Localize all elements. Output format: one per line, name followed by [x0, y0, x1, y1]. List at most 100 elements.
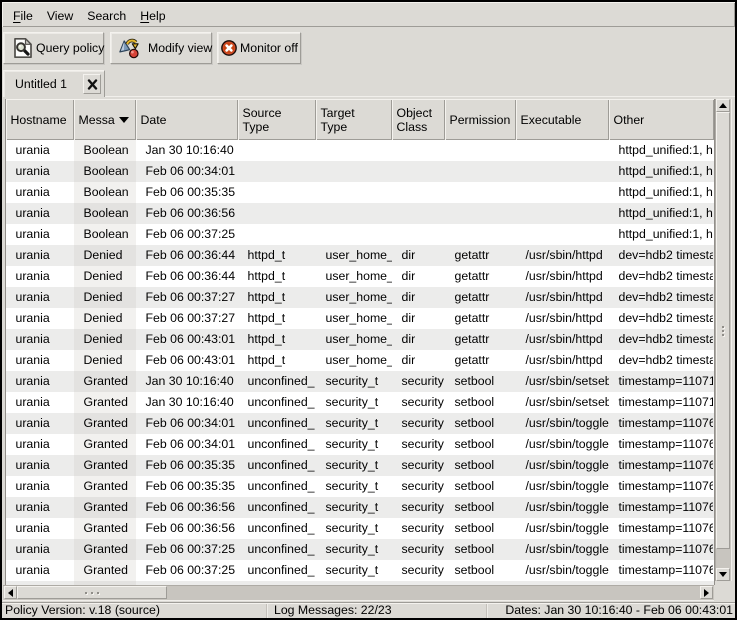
vertical-scrollbar[interactable] — [715, 99, 731, 581]
cell: security — [392, 413, 445, 434]
cell — [392, 161, 445, 182]
table-row[interactable]: uraniaDeniedFeb 06 00:37:27httpd_tuser_h… — [6, 308, 714, 329]
cell: setbool — [445, 371, 516, 392]
modify-view-icon — [115, 36, 139, 60]
arrow-down-icon — [719, 572, 727, 577]
cell — [238, 161, 316, 182]
query-policy-button[interactable]: Query policy — [3, 32, 104, 64]
column-header-object-class[interactable]: Object Class — [392, 99, 445, 140]
menu-search[interactable]: Search — [80, 9, 133, 23]
scroll-right-button[interactable] — [700, 586, 713, 599]
cell — [316, 161, 392, 182]
menu-file[interactable]: File — [6, 9, 40, 23]
monitor-off-button[interactable]: Monitor off — [217, 32, 301, 64]
mnemonic-underline: H — [140, 9, 149, 23]
table-row[interactable]: uraniaGrantedFeb 06 00:35:35unconfined_s… — [6, 476, 714, 497]
cell: urania — [6, 455, 74, 476]
column-header-date[interactable]: Date — [136, 99, 238, 140]
modify-view-button[interactable]: Modify view — [110, 32, 212, 64]
vertical-scrollbar-thumb[interactable] — [716, 112, 730, 549]
cell: httpd_t — [238, 266, 316, 287]
cell: /usr/sbin/toggle — [516, 497, 609, 518]
table-row[interactable]: uraniaBooleanFeb 06 00:36:56httpd_unifie… — [6, 203, 714, 224]
horizontal-scrollbar-thumb[interactable] — [17, 586, 167, 599]
menu-view[interactable]: View — [40, 9, 80, 23]
tab-close-button[interactable] — [83, 74, 101, 94]
cell: Feb 06 00:37:25 — [136, 560, 238, 581]
cell: timestamp=11071 — [609, 371, 713, 392]
cell — [316, 182, 392, 203]
cell: security_t — [316, 455, 392, 476]
table-row[interactable]: uraniaBooleanFeb 06 00:37:25httpd_unifie… — [6, 224, 714, 245]
cell: urania — [6, 518, 74, 539]
cell — [238, 182, 316, 203]
status-policy-version: Policy Version: v.18 (source) — [5, 603, 265, 619]
toolbar: Query policy Modify view Monitor off — [2, 27, 735, 70]
cell: /usr/sbin/toggle — [516, 560, 609, 581]
column-header-target-type[interactable]: Target Type — [316, 99, 392, 140]
cell: user_home_ — [316, 350, 392, 371]
cell: user_home_ — [316, 308, 392, 329]
cell — [392, 140, 445, 161]
cell — [316, 203, 392, 224]
column-header-executable[interactable]: Executable — [516, 99, 609, 140]
cell: getattr — [445, 245, 516, 266]
table-row[interactable]: uraniaDeniedFeb 06 00:43:01httpd_tuser_h… — [6, 350, 714, 371]
scroll-down-button[interactable] — [716, 568, 730, 581]
table-row[interactable]: uraniaGrantedFeb 06 00:34:01unconfined_s… — [6, 413, 714, 434]
table-row[interactable]: uraniaDeniedFeb 06 00:37:27httpd_tuser_h… — [6, 287, 714, 308]
cell — [238, 140, 316, 161]
cell — [445, 161, 516, 182]
column-header-source-type[interactable]: Source Type — [238, 99, 316, 140]
table-row[interactable]: uraniaBooleanJan 30 10:16:40httpd_unifie… — [6, 140, 714, 161]
table-row[interactable]: uraniaDeniedFeb 06 00:36:44httpd_tuser_h… — [6, 266, 714, 287]
cell: security — [392, 371, 445, 392]
table-row[interactable]: uraniaGrantedJan 30 10:16:40unconfined_s… — [6, 392, 714, 413]
table-row[interactable]: uraniaGrantedFeb 06 00:34:01unconfined_s… — [6, 434, 714, 455]
cell: dir — [392, 245, 445, 266]
cell: setbool — [445, 434, 516, 455]
scroll-up-button[interactable] — [716, 99, 730, 112]
column-header-permission[interactable]: Permission — [445, 99, 516, 140]
cell: security_t — [316, 497, 392, 518]
cell: Denied — [74, 266, 136, 287]
tab-untitled-1[interactable]: Untitled 1 — [3, 70, 105, 97]
column-header-hostname[interactable]: Hostname — [6, 99, 74, 140]
table-row[interactable]: uraniaGrantedFeb 06 00:37:25unconfined_s… — [6, 539, 714, 560]
cell: timestamp=11076 — [609, 497, 713, 518]
cell: Jan 30 10:16:40 — [136, 140, 238, 161]
cell: setbool — [445, 560, 516, 581]
scroll-left-button[interactable] — [4, 586, 17, 599]
table-header: HostnameMessaDateSource TypeTarget TypeO… — [6, 99, 714, 140]
table-row[interactable]: uraniaGrantedFeb 06 00:36:56unconfined_s… — [6, 518, 714, 539]
column-header-other[interactable]: Other — [609, 99, 714, 140]
menu-help[interactable]: Help — [133, 9, 172, 23]
table-row[interactable]: uraniaGrantedFeb 06 00:35:35unconfined_s… — [6, 455, 714, 476]
cell: urania — [6, 350, 74, 371]
cell: getattr — [445, 266, 516, 287]
monitor-off-icon — [221, 40, 237, 56]
cell: unconfined_ — [238, 455, 316, 476]
cell: Boolean — [74, 161, 136, 182]
table-row[interactable]: uraniaDeniedFeb 06 00:36:44httpd_tuser_h… — [6, 245, 714, 266]
table-row[interactable]: uraniaGrantedJan 30 10:16:40unconfined_s… — [6, 371, 714, 392]
table-row[interactable]: uraniaBooleanFeb 06 00:35:35httpd_unifie… — [6, 182, 714, 203]
table-row[interactable]: uraniaDeniedFeb 06 00:43:01httpd_tuser_h… — [6, 329, 714, 350]
cell: urania — [6, 224, 74, 245]
cell: timestamp=11076 — [609, 413, 713, 434]
table-row[interactable]: uraniaGrantedFeb 06 00:36:56unconfined_s… — [6, 497, 714, 518]
cell — [238, 224, 316, 245]
notebook-top-edge — [105, 96, 735, 97]
cell: urania — [6, 308, 74, 329]
table-row[interactable]: uraniaBooleanFeb 06 00:34:01httpd_unifie… — [6, 161, 714, 182]
cell: Granted — [74, 497, 136, 518]
cell — [516, 203, 609, 224]
cell: Feb 06 00:34:01 — [136, 413, 238, 434]
table-row[interactable]: uraniaGrantedFeb 06 00:37:25unconfined_s… — [6, 560, 714, 581]
horizontal-scrollbar[interactable] — [3, 585, 714, 600]
cell: dir — [392, 350, 445, 371]
cell: Granted — [74, 455, 136, 476]
column-header-messa[interactable]: Messa — [74, 99, 136, 140]
sort-desc-icon — [119, 117, 129, 123]
tab-label: Untitled 1 — [15, 77, 67, 91]
